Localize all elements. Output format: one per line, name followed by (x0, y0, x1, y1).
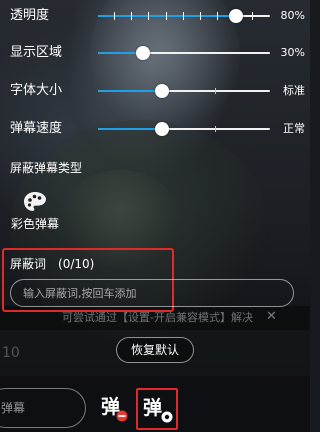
block-types-title: 屏蔽弹幕类型 (10, 161, 83, 175)
filter-words-label: 屏蔽词 (10, 257, 47, 271)
speed-slider-fill (98, 128, 162, 130)
danmu-send-input[interactable] (0, 388, 86, 428)
font-size-value: 标准 (283, 84, 305, 97)
speed-label: 弹幕速度 (10, 121, 63, 136)
font-size-slider[interactable] (98, 84, 270, 98)
danmu-settings-button[interactable]: 弹 (136, 388, 178, 430)
filter-words-title: 屏蔽词 (0/10) (10, 256, 94, 272)
display-area-value: 30% (280, 46, 305, 59)
danmu-settings-glyph: 弹 (143, 397, 163, 419)
slider-tick (252, 12, 253, 20)
close-icon: ✕ (266, 309, 277, 324)
opacity-label: 透明度 (10, 8, 50, 23)
font-size-label: 字体大小 (10, 83, 63, 98)
opacity-slider[interactable] (98, 9, 270, 23)
display-area-row: 显示区域 30% (10, 40, 305, 66)
slider-tick (215, 88, 216, 94)
speed-row: 弹幕速度 正常 (10, 116, 305, 142)
opacity-slider-handle[interactable] (228, 9, 243, 23)
color-danmu-label: 彩色弹幕 (10, 217, 59, 231)
reset-defaults-button[interactable]: 恢复默认 (116, 337, 194, 363)
display-area-slider[interactable] (98, 46, 270, 60)
slider-tick (148, 12, 149, 20)
speed-value: 正常 (283, 122, 305, 135)
filter-words-count: (0/10) (58, 257, 95, 271)
slider-tick (114, 12, 115, 20)
slider-tick (215, 126, 216, 132)
display-area-slider-handle[interactable] (135, 46, 150, 60)
opacity-row: 透明度 80% (10, 3, 305, 29)
filter-word-input[interactable] (10, 279, 294, 307)
slider-tick (183, 12, 184, 20)
display-area-label: 显示区域 (10, 45, 63, 60)
palette-icon (24, 192, 46, 211)
slider-tick (166, 12, 167, 20)
speed-slider[interactable] (98, 122, 270, 136)
speed-slider-handle[interactable] (154, 122, 169, 136)
danmu-off-icon (116, 410, 128, 422)
background-partial-number: 10 (2, 345, 20, 361)
font-size-row: 字体大小 标准 (10, 78, 305, 104)
font-size-slider-fill (98, 90, 162, 92)
danmu-settings-icon (161, 411, 173, 423)
background-tip-text: 可尝试通过【设置-开启兼容模式】解决 (62, 311, 253, 324)
slider-tick (131, 12, 132, 20)
color-danmu-toggle[interactable]: 彩色弹幕 (10, 190, 60, 236)
danmu-toggle-button[interactable]: 弹 (98, 394, 130, 424)
opacity-value: 80% (280, 9, 305, 22)
slider-tick (200, 12, 201, 20)
font-size-slider-handle[interactable] (154, 84, 169, 98)
slider-tick (217, 12, 218, 20)
